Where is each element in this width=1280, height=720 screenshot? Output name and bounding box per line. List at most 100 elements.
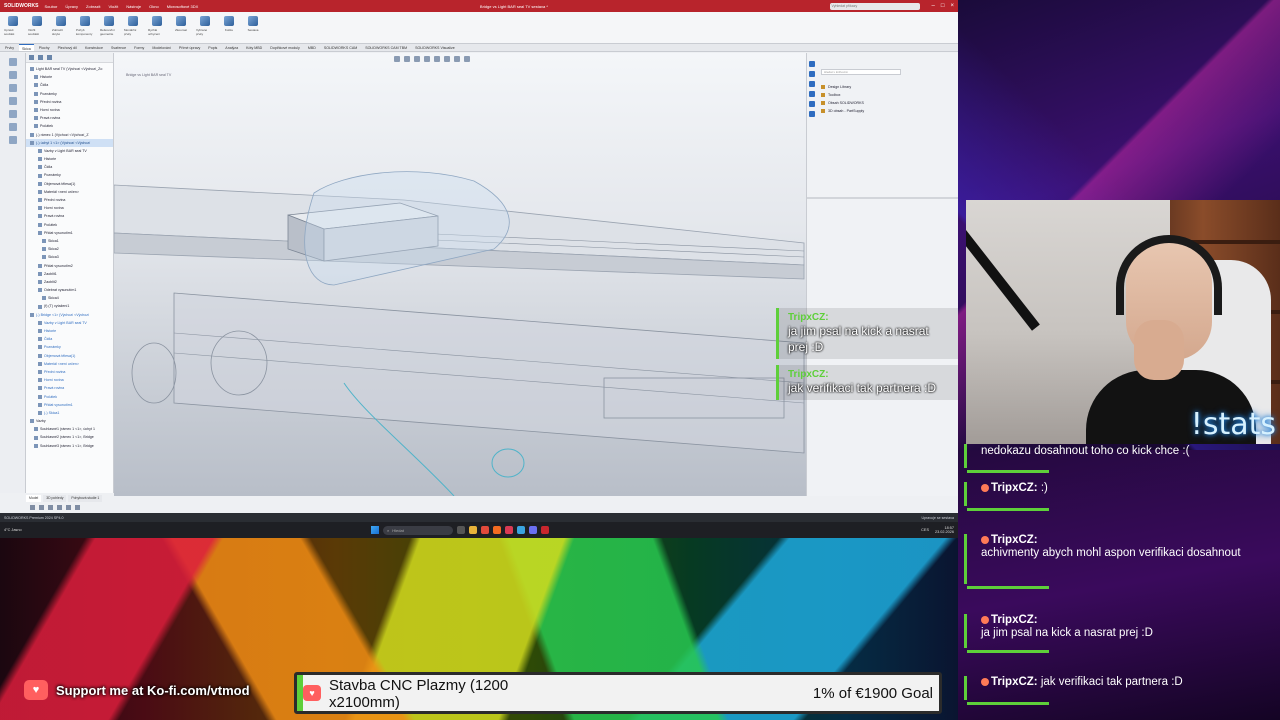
tree-item[interactable]: Odebrat vysunutím1 [26, 286, 113, 294]
tree-item[interactable]: Skica3 [26, 253, 113, 261]
app-icon[interactable] [517, 526, 525, 534]
tree-item[interactable]: Pravá rovina [26, 212, 113, 220]
discord-icon[interactable] [529, 526, 537, 534]
command-tab[interactable]: Plechový díl [55, 44, 80, 51]
tree-item[interactable]: Materiál <není určen> [26, 188, 113, 196]
ribbon-tool-button[interactable]: Pohyb komponenty [76, 15, 94, 40]
tree-item[interactable]: Přední rovina [26, 196, 113, 204]
display-manager-icon[interactable] [8, 110, 17, 118]
command-tab[interactable]: Modelování [149, 44, 174, 51]
tree-item[interactable]: Souhlasné3 (rámec 1 <1>, Bridge [26, 442, 113, 450]
view-tool-icon[interactable] [39, 505, 44, 510]
menu-item[interactable]: Microsoftové 3DX [167, 4, 199, 9]
ribbon-tool-button[interactable]: Sestava [244, 15, 262, 40]
file-explorer-icon[interactable] [809, 91, 815, 97]
library-item[interactable]: 3D obsah - PartSupply [821, 107, 864, 115]
tree-item[interactable]: Pravá rovina [26, 384, 113, 392]
tree-item[interactable]: Materiál <není určen> [26, 360, 113, 368]
solidworks-taskbar-icon[interactable] [541, 526, 549, 534]
tree-expand-icon[interactable] [38, 55, 43, 60]
ribbon-tool-button[interactable]: Montážní prvky [124, 15, 142, 40]
close-icon[interactable]: × [950, 3, 954, 9]
browser-icon[interactable] [481, 526, 489, 534]
command-tab[interactable]: Plochy [36, 44, 53, 51]
graphics-viewport[interactable]: Bridge vs Light BAR seal TV [114, 53, 806, 496]
library-item[interactable]: Toolbox [821, 91, 864, 99]
taskbar-search[interactable]: ⌕ Hledat [383, 525, 453, 535]
tree-item[interactable]: Objemová tělesa(1) [26, 352, 113, 360]
tree-item[interactable]: Přidat vysunutím1 [26, 401, 113, 409]
tree-item[interactable]: (-) rámec 1 (Výchozí <Výchozí_Z [26, 131, 113, 139]
ribbon-tool-button[interactable]: Zobrazit skryté [52, 15, 70, 40]
sw-search-field[interactable]: Vyhledat příkazy [829, 2, 920, 10]
model-tab[interactable]: 3D pohledy [43, 495, 67, 502]
tree-item[interactable]: Čidla [26, 81, 113, 89]
dimxpert-icon[interactable] [8, 97, 17, 105]
view-tool-icon[interactable] [57, 505, 62, 510]
menu-item[interactable]: Zobrazit [86, 4, 100, 9]
view-tool-icon[interactable] [48, 505, 53, 510]
layers-icon[interactable] [8, 136, 17, 144]
resources-icon[interactable] [809, 71, 815, 77]
library-item[interactable]: Design Library [821, 83, 864, 91]
tree-item[interactable]: Počátek [26, 122, 113, 130]
command-tab[interactable]: Prvky [2, 44, 17, 51]
menu-item[interactable]: Soubor [44, 4, 57, 9]
tree-item[interactable]: (-) Bridge <1> (Výchozí <Výchozí [26, 311, 113, 319]
menu-item[interactable]: Vložit [108, 4, 118, 9]
tree-item[interactable]: Horní rovina [26, 204, 113, 212]
tree-item[interactable]: Čidla [26, 163, 113, 171]
property-manager-icon[interactable] [8, 71, 17, 79]
tree-item[interactable]: Horní rovina [26, 376, 113, 384]
command-tab[interactable]: Formy [131, 44, 147, 51]
taskbar-weather[interactable]: 4°C Jasno [4, 528, 44, 532]
command-tab[interactable]: SOLIDWORKS CAM [321, 44, 360, 51]
tree-item[interactable]: Zaoblit2 [26, 278, 113, 286]
minimize-icon[interactable]: – [932, 3, 935, 9]
brave-icon[interactable] [493, 526, 501, 534]
tree-item[interactable]: Poznámky [26, 343, 113, 351]
model-tab[interactable]: Pohybová studie 1 [68, 495, 103, 502]
tree-item[interactable]: Přidat vysunutím2 [26, 262, 113, 270]
tree-item[interactable]: Přední rovina [26, 98, 113, 106]
menu-item[interactable]: Úpravy [65, 4, 78, 9]
feature-manager-icon[interactable] [8, 58, 17, 66]
tree-item[interactable]: Skica2 [26, 245, 113, 253]
command-tab[interactable]: SOLIDWORKS CAM TBM [362, 44, 410, 51]
kofi-banner[interactable]: ♥ Support me at Ko-fi.com/vtmod [24, 680, 270, 700]
menu-item[interactable]: Okno [149, 4, 159, 9]
tree-item[interactable]: Historie [26, 327, 113, 335]
model-tab[interactable]: Model [26, 495, 42, 502]
tree-item[interactable]: Vazby [26, 417, 113, 425]
library-search-input[interactable]: Hledat v knihovně [821, 69, 901, 75]
tree-item[interactable]: Zaoblit1 [26, 270, 113, 278]
cam-manager-icon[interactable] [8, 123, 17, 131]
tray-clock[interactable]: 18:57 23.02.2026 [935, 526, 954, 535]
command-tab[interactable]: SOLIDWORKS Visualize [412, 44, 458, 51]
ribbon-tool-button[interactable]: Rychlé uchycení [148, 15, 166, 40]
ribbon-tool-button[interactable]: Vybrané prvky [196, 15, 214, 40]
config-manager-icon[interactable] [8, 84, 17, 92]
tree-filter-icon[interactable] [29, 55, 34, 60]
ribbon-tool-button[interactable]: Referenční geometrie [100, 15, 118, 40]
home-icon[interactable] [809, 61, 815, 67]
tree-item[interactable]: Souhlasné1 (rámec 1 <1>, úchyt 1 [26, 425, 113, 433]
command-tab[interactable]: Kóty MBD [243, 44, 265, 51]
tree-settings-icon[interactable] [47, 55, 52, 60]
tree-item[interactable]: (-) úchyt 1 <1> (Výchozí <Výchozí [26, 138, 113, 147]
command-tab[interactable]: Skica [18, 44, 34, 51]
file-explorer-icon[interactable] [469, 526, 477, 534]
tree-item[interactable]: Historie [26, 155, 113, 163]
tree-item[interactable]: Horní rovina [26, 106, 113, 114]
tree-item[interactable]: Poznámky [26, 90, 113, 98]
tree-item[interactable]: (-) Skica1 [26, 409, 113, 417]
tree-item[interactable]: Skica1 [26, 237, 113, 245]
ribbon-tool-button[interactable]: Zkoumat [172, 15, 190, 40]
tree-item[interactable]: Pravá rovina [26, 114, 113, 122]
tree-item[interactable]: Poznámky [26, 171, 113, 179]
tree-item[interactable]: Počátek [26, 221, 113, 229]
app-icon[interactable] [505, 526, 513, 534]
tree-item[interactable]: Vazby v Light BAR seal TV [26, 147, 113, 155]
tree-item[interactable]: Objemová tělesa(1) [26, 180, 113, 188]
windows-start-icon[interactable] [371, 526, 379, 534]
